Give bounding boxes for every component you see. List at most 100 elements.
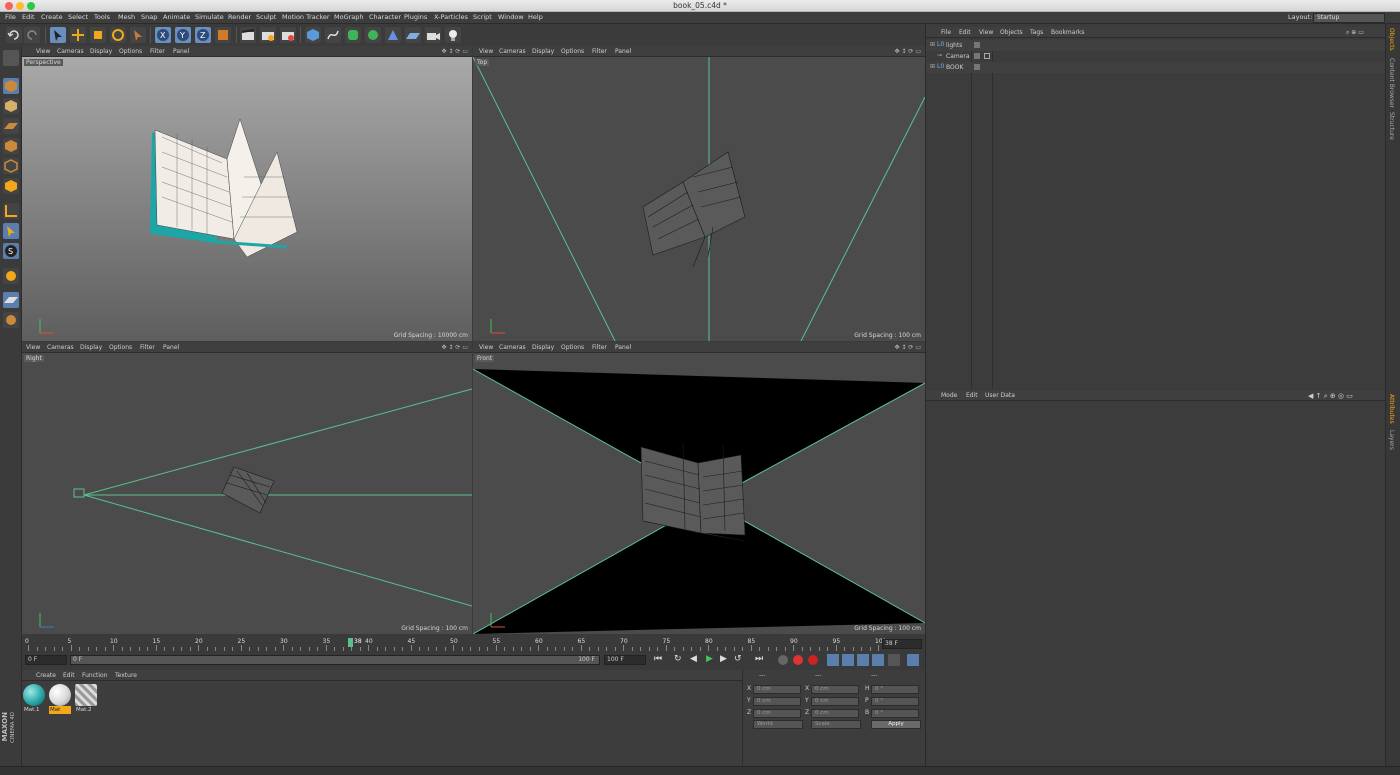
menu-edit[interactable]: Edit xyxy=(22,13,35,21)
previous-frame-icon[interactable]: ◀ xyxy=(690,654,697,664)
render-picture-viewer-icon[interactable] xyxy=(260,27,276,43)
viewport-menu-display[interactable]: Display xyxy=(532,344,554,351)
previous-keyframe-icon[interactable]: ↻ xyxy=(674,654,682,664)
record-pla-icon[interactable] xyxy=(888,654,900,666)
menu-create[interactable]: Create xyxy=(41,13,63,21)
viewport-menu-view[interactable]: View xyxy=(479,48,493,55)
next-keyframe-icon[interactable]: ↺ xyxy=(734,654,742,664)
coordinate-system-icon[interactable] xyxy=(215,27,231,43)
position-z-field[interactable]: 0 cm xyxy=(753,709,801,718)
menu-render[interactable]: Render xyxy=(228,13,251,21)
move-icon[interactable] xyxy=(70,27,86,43)
tab-content-browser[interactable]: Content Browser xyxy=(1388,58,1395,108)
preview-range-slider[interactable]: 0 F 100 F xyxy=(70,655,600,665)
viewport-menu-filter[interactable]: Filter xyxy=(592,48,607,55)
current-frame-field[interactable]: 38 F xyxy=(882,639,922,649)
viewport-menu-panel[interactable]: Panel xyxy=(615,344,631,351)
object-menu-file[interactable]: File xyxy=(941,29,951,36)
menu-sculpt[interactable]: Sculpt xyxy=(256,13,276,21)
texture-mode-icon[interactable] xyxy=(3,98,19,114)
model-mode-icon[interactable] xyxy=(3,78,19,94)
spline-pen-icon[interactable] xyxy=(325,27,341,43)
tab-objects[interactable]: Objects xyxy=(1388,28,1395,51)
menu-tools[interactable]: Tools xyxy=(94,13,110,21)
viewport-menu-options[interactable]: Options xyxy=(109,344,132,351)
viewport-menu-cameras[interactable]: Cameras xyxy=(499,344,526,351)
end-frame-field[interactable]: 100 F xyxy=(604,655,646,665)
start-frame-field[interactable]: 0 F xyxy=(25,655,67,665)
viewport-menu-view[interactable]: View xyxy=(26,344,40,351)
recent-tool-icon[interactable] xyxy=(130,27,146,43)
viewport-right[interactable]: View Cameras Display Options Filter Pane… xyxy=(22,342,472,634)
scale-icon[interactable] xyxy=(90,27,106,43)
viewport-menu-display[interactable]: Display xyxy=(532,48,554,55)
menu-animate[interactable]: Animate xyxy=(163,13,190,21)
snap-icon[interactable]: S xyxy=(3,243,19,259)
cube-object-icon[interactable] xyxy=(305,27,321,43)
visibility-toggle[interactable] xyxy=(974,64,980,70)
object-menu-tags[interactable]: Tags xyxy=(1030,29,1043,36)
viewport-menu-cameras[interactable]: Cameras xyxy=(57,48,84,55)
redo-icon[interactable] xyxy=(24,27,40,43)
viewport-menu-panel[interactable]: Panel xyxy=(163,344,179,351)
z-axis-lock-icon[interactable]: Z xyxy=(195,27,211,43)
solo-icon[interactable] xyxy=(3,312,19,328)
array-icon[interactable] xyxy=(365,27,381,43)
menu-snap[interactable]: Snap xyxy=(141,13,157,21)
rotation-b-field[interactable]: 0 ° xyxy=(871,709,919,718)
render-settings-icon[interactable] xyxy=(280,27,296,43)
viewport-perspective[interactable]: View Cameras Display Options Filter Pane… xyxy=(22,46,472,341)
viewport-menu-view[interactable]: View xyxy=(36,48,50,55)
object-menu-view[interactable]: View xyxy=(979,29,993,36)
viewport-top[interactable]: View Cameras Display Options Filter Pane… xyxy=(473,46,925,341)
rotation-p-field[interactable]: 0 ° xyxy=(871,697,919,706)
next-frame-icon[interactable]: ▶ xyxy=(720,654,727,664)
material-menu-texture[interactable]: Texture xyxy=(115,672,137,679)
tweak-mode-icon[interactable] xyxy=(3,223,19,239)
tab-attributes[interactable]: Attributes xyxy=(1388,394,1395,424)
material-menu-edit[interactable]: Edit xyxy=(63,672,75,679)
menu-motion-tracker[interactable]: Motion Tracker xyxy=(282,13,330,21)
tab-structure[interactable]: Structure xyxy=(1388,112,1395,140)
size-x-field[interactable]: 0 cm xyxy=(811,685,859,694)
camera-icon[interactable] xyxy=(425,27,441,43)
menu-mograph[interactable]: MoGraph xyxy=(334,13,364,21)
viewport-menu-cameras[interactable]: Cameras xyxy=(499,48,526,55)
viewport-menu-filter[interactable]: Filter xyxy=(150,48,165,55)
viewport-nav-icons[interactable]: ✥ ↕ ⟳ ▭ xyxy=(442,344,468,351)
y-axis-lock-icon[interactable]: Y xyxy=(175,27,191,43)
timeline-playhead[interactable] xyxy=(348,638,353,647)
menu-file[interactable]: File xyxy=(5,13,16,21)
size-z-field[interactable]: 0 cm xyxy=(811,709,859,718)
rotation-h-field[interactable]: 0 ° xyxy=(871,685,919,694)
object-search-icon[interactable]: ⌕ ⊕ ▭ xyxy=(1346,29,1364,37)
record-scale-icon[interactable] xyxy=(842,654,854,666)
go-to-start-icon[interactable]: ⏮ xyxy=(654,654,662,664)
viewport-menu-display[interactable]: Display xyxy=(90,48,112,55)
viewport-menu-options[interactable]: Options xyxy=(119,48,142,55)
record-parameter-icon[interactable] xyxy=(872,654,884,666)
viewport-menu-options[interactable]: Options xyxy=(561,344,584,351)
position-y-field[interactable]: 0 cm xyxy=(753,697,801,706)
object-row-book[interactable]: ⊞ L0 BOOK xyxy=(926,62,1386,73)
play-icon[interactable]: ▶ xyxy=(706,654,713,664)
floor-icon[interactable] xyxy=(405,27,421,43)
material-swatch-mat2[interactable]: Mat.2 xyxy=(75,684,97,715)
autokeying-icon[interactable] xyxy=(793,655,803,665)
rotate-icon[interactable] xyxy=(110,27,126,43)
size-y-field[interactable]: 0 cm xyxy=(811,697,859,706)
keyframe-selection-icon[interactable] xyxy=(808,655,818,665)
grid-snap-icon[interactable] xyxy=(3,292,19,308)
camera-tag-icon[interactable] xyxy=(984,53,990,59)
object-row-lights[interactable]: ⊞ L0 lights xyxy=(926,40,1386,51)
menu-mesh[interactable]: Mesh xyxy=(118,13,135,21)
menu-help[interactable]: Help xyxy=(528,13,543,21)
object-row-camera[interactable]: ⊸ Camera xyxy=(926,51,1386,62)
live-selection-icon[interactable] xyxy=(50,27,66,43)
workplane-mode-icon[interactable] xyxy=(3,118,19,134)
light-icon[interactable] xyxy=(445,27,461,43)
timeline-ruler[interactable]: 0 5 10 15 20 25 30 35 40 45 50 55 60 65 70 75 80 85 90 95 10… xyxy=(22,636,925,652)
object-menu-bookmarks[interactable]: Bookmarks xyxy=(1051,29,1085,36)
material-menu-create[interactable]: Create xyxy=(36,672,56,679)
menu-plugins[interactable]: Plugins xyxy=(404,13,427,21)
